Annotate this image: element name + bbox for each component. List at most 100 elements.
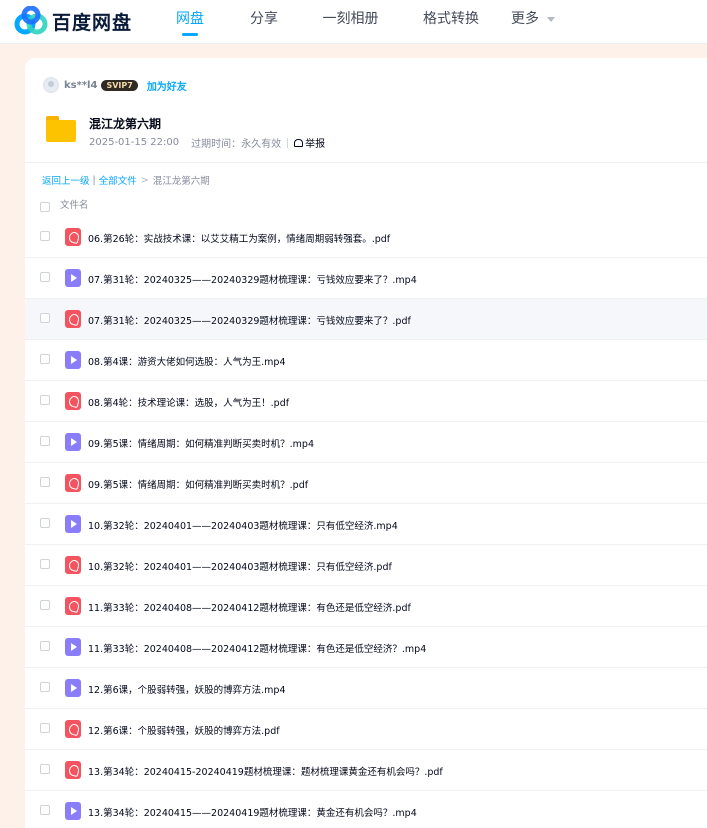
pdf-file-icon — [65, 228, 81, 246]
add-friend-link[interactable]: 加为好友 — [147, 78, 187, 93]
file-name[interactable]: 11.第33轮：20240408——20240412题材梳理课：有色还是低空经济… — [88, 641, 426, 655]
video-file-icon — [65, 269, 81, 287]
file-row[interactable]: 10.第32轮：20240401——20240403题材梳理课：只有低空经济.m… — [25, 504, 707, 545]
video-file-icon — [65, 679, 81, 697]
baidu-netdisk-logo-icon — [14, 6, 48, 35]
file-name[interactable]: 10.第32轮：20240401——20240403题材梳理课：只有低空经济.p… — [88, 559, 392, 573]
file-row[interactable]: 09.第5课：情绪周期：如何精准判断买卖时机？.pdf — [25, 463, 707, 504]
nav-item-label: 一刻相册 — [322, 11, 379, 27]
nav-item-more[interactable]: 更多 — [493, 0, 573, 44]
pdf-file-icon — [65, 597, 81, 615]
file-row[interactable]: 11.第33轮：20240408——20240412题材梳理课：有色还是低空经济… — [25, 586, 707, 627]
file-name[interactable]: 12.第6课，个股弱转强，妖股的博弈方法.mp4 — [88, 682, 286, 696]
row-checkbox[interactable] — [40, 600, 50, 610]
row-checkbox[interactable] — [40, 559, 50, 569]
file-row[interactable]: 13.第34轮：20240415——20240419题材梳理课：黄金还有机会吗？… — [25, 791, 707, 828]
file-row[interactable]: 07.第31轮：20240325——20240329题材梳理课：亏钱效应要来了？… — [25, 299, 707, 340]
nav-item-label: 更多 — [511, 11, 539, 27]
breadcrumb-separator: | — [92, 174, 96, 186]
row-checkbox[interactable] — [40, 272, 50, 282]
video-file-icon — [65, 351, 81, 369]
share-meta: 2025-01-15 22:00 过期时间：永久有效 举报 — [89, 135, 325, 150]
file-row[interactable]: 09.第5课：情绪周期：如何精准判断买卖时机？.mp4 — [25, 422, 707, 463]
file-name[interactable]: 09.第5课：情绪周期：如何精准判断买卖时机？.pdf — [88, 477, 308, 491]
sharer-info: ks**l4 SVIP7 加为好友 — [43, 76, 187, 94]
top-bar: 百度网盘 网盘 分享 一刻相册 格式转换 更多 — [0, 0, 707, 44]
file-row[interactable]: 10.第32轮：20240401——20240403题材梳理课：只有低空经济.p… — [25, 545, 707, 586]
share-panel: ks**l4 SVIP7 加为好友 混江龙第六期 2025-01-15 22:0… — [25, 58, 707, 828]
nav-item-label: 格式转换 — [423, 11, 479, 27]
nav-item-album[interactable]: 一刻相册 — [303, 0, 398, 44]
file-name[interactable]: 10.第32轮：20240401——20240403题材梳理课：只有低空经济.m… — [88, 518, 398, 532]
row-checkbox[interactable] — [40, 477, 50, 487]
file-name[interactable]: 11.第33轮：20240408——20240412题材梳理课：有色还是低空经济… — [88, 600, 411, 614]
all-files-link[interactable]: 全部文件 — [99, 173, 137, 187]
report-label: 举报 — [305, 139, 326, 150]
file-row[interactable]: 06.第26轮：实战技术课：以艾艾精工为案例，情绪周期弱转强套。.pdf — [25, 217, 707, 258]
file-row[interactable]: 08.第4课：游资大佬如何选股：人气为王.mp4 — [25, 340, 707, 381]
file-name[interactable]: 06.第26轮：实战技术课：以艾艾精工为案例，情绪周期弱转强套。.pdf — [88, 231, 390, 245]
nav-item-netdisk[interactable]: 网盘 — [149, 0, 231, 44]
back-link[interactable]: 返回上一级 — [42, 173, 90, 187]
sharer-name: ks**l4 — [64, 79, 98, 91]
pdf-file-icon — [65, 761, 81, 779]
file-row[interactable]: 12.第6课：个股弱转强，妖股的博弈方法.pdf — [25, 709, 707, 750]
row-checkbox[interactable] — [40, 395, 50, 405]
video-file-icon — [65, 515, 81, 533]
folder-icon — [45, 114, 77, 144]
brand-logo[interactable]: 百度网盘 — [14, 6, 132, 36]
file-name[interactable]: 07.第31轮：20240325——20240329题材梳理课：亏钱效应要来了？… — [88, 272, 417, 286]
meta-divider — [287, 137, 289, 148]
avatar[interactable] — [43, 77, 59, 93]
file-row[interactable]: 07.第31轮：20240325——20240329题材梳理课：亏钱效应要来了？… — [25, 258, 707, 299]
nav-item-label: 分享 — [250, 11, 278, 27]
file-name[interactable]: 08.第4课：游资大佬如何选股：人气为王.mp4 — [88, 354, 286, 368]
main-nav: 网盘 分享 一刻相册 格式转换 更多 — [150, 0, 573, 44]
file-name[interactable]: 13.第34轮：20240415——20240419题材梳理课：黄金还有机会吗？… — [88, 805, 417, 819]
row-checkbox[interactable] — [40, 641, 50, 651]
folder-body — [46, 120, 76, 142]
row-checkbox[interactable] — [40, 723, 50, 733]
row-checkbox[interactable] — [40, 764, 50, 774]
nav-item-format-convert[interactable]: 格式转换 — [401, 0, 501, 44]
pdf-file-icon — [65, 474, 81, 492]
expiry-label: 过期时间：永久有效 — [191, 139, 282, 150]
video-file-icon — [65, 802, 81, 820]
report-icon — [294, 138, 304, 147]
row-checkbox[interactable] — [40, 231, 50, 241]
breadcrumb-arrow: > — [140, 174, 149, 186]
video-file-icon — [65, 638, 81, 656]
row-checkbox[interactable] — [40, 518, 50, 528]
file-row[interactable]: 08.第4轮：技术理论课：选股，人气为王！.pdf — [25, 381, 707, 422]
report-button[interactable]: 举报 — [294, 135, 325, 150]
video-file-icon — [65, 433, 81, 451]
file-name[interactable]: 07.第31轮：20240325——20240329题材梳理课：亏钱效应要来了？… — [88, 313, 411, 327]
select-all-checkbox[interactable] — [40, 202, 50, 212]
file-row[interactable]: 12.第6课，个股弱转强，妖股的博弈方法.mp4 — [25, 668, 707, 709]
row-checkbox[interactable] — [40, 436, 50, 446]
breadcrumb-current: 混江龙第六期 — [152, 176, 210, 187]
pdf-file-icon — [65, 720, 81, 738]
row-checkbox[interactable] — [40, 354, 50, 364]
file-name[interactable]: 08.第4轮：技术理论课：选股，人气为王！.pdf — [88, 395, 289, 409]
file-name[interactable]: 09.第5课：情绪周期：如何精准判断买卖时机？.mp4 — [88, 436, 314, 450]
pdf-file-icon — [65, 556, 81, 574]
file-row[interactable]: 11.第33轮：20240408——20240412题材梳理课：有色还是低空经济… — [25, 627, 707, 668]
breadcrumb: 返回上一级 | 全部文件 > 混江龙第六期 — [42, 173, 210, 188]
file-row[interactable]: 13.第34轮：20240415-20240419题材梳理课：题材梳理课黄金还有… — [25, 750, 707, 791]
row-checkbox[interactable] — [40, 313, 50, 323]
column-header-filename: 文件名 — [60, 200, 89, 211]
nav-item-label: 网盘 — [176, 11, 204, 27]
brand-name: 百度网盘 — [52, 11, 133, 34]
share-title: 混江龙第六期 — [89, 117, 162, 131]
row-checkbox[interactable] — [40, 805, 50, 815]
file-name[interactable]: 13.第34轮：20240415-20240419题材梳理课：题材梳理课黄金还有… — [88, 764, 443, 778]
row-checkbox[interactable] — [40, 682, 50, 692]
file-name[interactable]: 12.第6课：个股弱转强，妖股的博弈方法.pdf — [88, 723, 280, 737]
active-tab-indicator — [182, 33, 198, 36]
share-date: 2025-01-15 22:00 — [89, 137, 180, 148]
header-divider — [25, 162, 707, 163]
list-header: 文件名 — [40, 200, 89, 212]
pdf-file-icon — [65, 310, 81, 328]
nav-item-share[interactable]: 分享 — [229, 0, 299, 44]
